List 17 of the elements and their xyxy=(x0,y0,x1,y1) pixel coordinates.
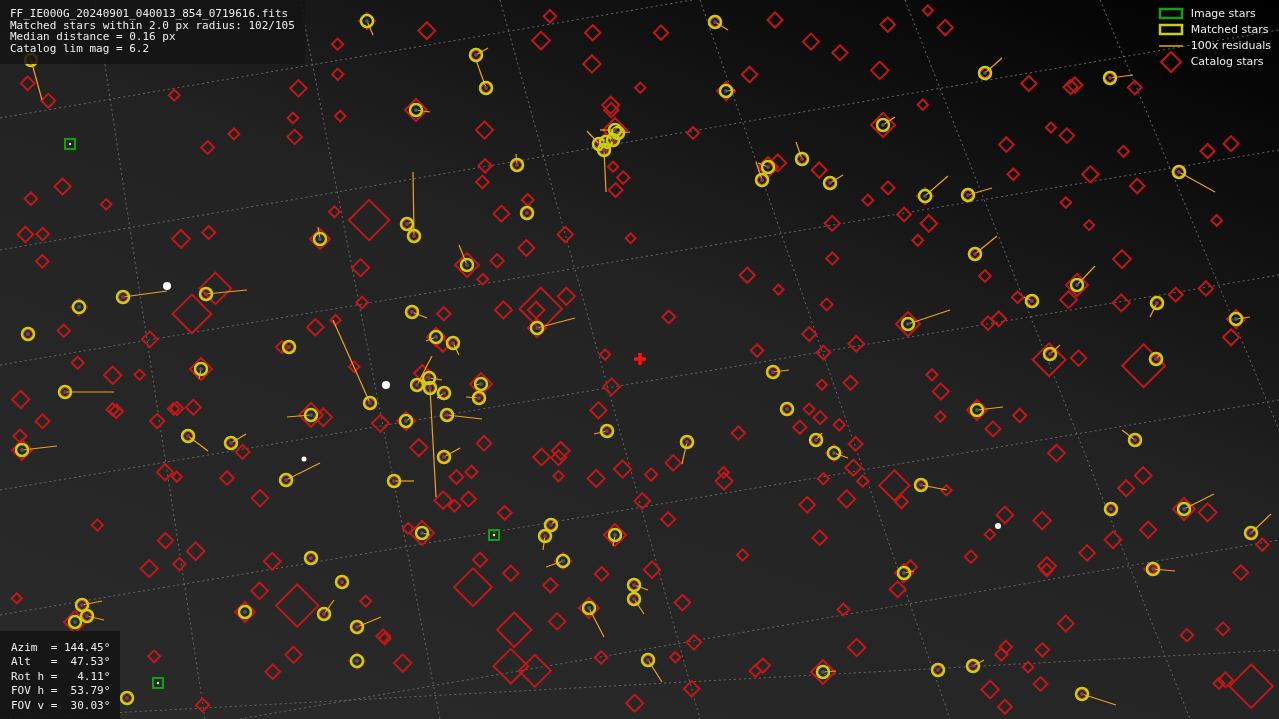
square-icon xyxy=(1157,7,1184,21)
pointing-text-line: Azim = 144.45° xyxy=(11,640,111,655)
legend-label: 100x residuals xyxy=(1190,38,1271,54)
square-icon xyxy=(1157,23,1184,37)
info-text-line: Catalog lim mag = 6.2 xyxy=(10,42,150,54)
center-cross-icon xyxy=(632,351,648,367)
diamond-icon xyxy=(1157,50,1184,74)
info-text-line: FF_IE000G_20240901_040013_854_0719616.fits xyxy=(10,8,289,20)
pointing-text-line: Alt = 47.53° xyxy=(11,655,111,670)
pointing-text-line: FOV h = 53.79° xyxy=(11,684,111,699)
info-text-line: Matched stars within 2.0 px radius: 102/105 xyxy=(10,19,295,31)
legend-label: Catalog stars xyxy=(1190,54,1264,70)
legend-label: Image stars xyxy=(1190,6,1256,22)
info-text-line: Median distance = 0.16 px xyxy=(10,31,176,43)
pointing-text-line: Rot h = 4.11° xyxy=(11,669,111,684)
pointing-text-line: FOV v = 30.03° xyxy=(11,698,111,713)
legend-label: Matched stars xyxy=(1190,22,1269,38)
